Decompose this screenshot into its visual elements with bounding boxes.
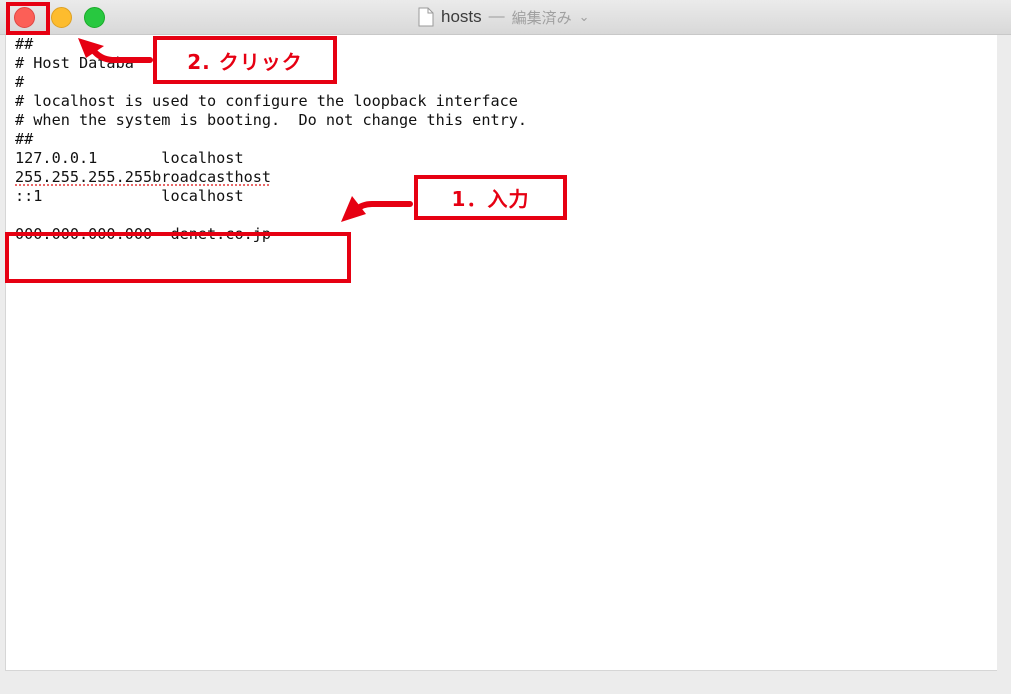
line-7: 127.0.0.1 localhost (15, 149, 244, 167)
line-8: 255.255.255.255broadcasthost (15, 168, 272, 186)
zoom-traffic-light-icon[interactable] (84, 7, 105, 28)
document-editor[interactable]: ## # Host Databa # # localhost is used t… (5, 35, 999, 671)
minimize-traffic-light-icon[interactable] (51, 7, 72, 28)
new-entry-highlight (5, 232, 351, 283)
title-separator: — (488, 8, 505, 25)
chevron-down-icon[interactable]: ⌄ (579, 9, 590, 25)
document-icon (418, 7, 434, 27)
line-1: ## (15, 35, 34, 53)
close-button-highlight (6, 2, 50, 35)
line-5: # when the system is booting. Do not cha… (15, 111, 528, 129)
window-title: hosts (441, 7, 482, 26)
title-bar[interactable]: hosts — 編集済み ⌄ (0, 0, 1011, 35)
line-6: ## (15, 130, 34, 148)
input-callout: 1．入力 (414, 175, 567, 220)
textedit-window: hosts — 編集済み ⌄ ## # Host Databa # # loca… (0, 0, 1011, 694)
click-callout: 2. クリック (153, 36, 337, 84)
edited-status: 編集済み (511, 9, 572, 27)
window-bottom-bar (0, 671, 1011, 694)
window-title-group[interactable]: hosts — 編集済み ⌄ (418, 6, 590, 28)
line-3: # (15, 73, 25, 91)
line-2: # Host Databa (15, 54, 134, 72)
line-9: ::1 localhost (15, 187, 244, 205)
scrollbar-track[interactable] (997, 35, 1011, 671)
line-4: # localhost is used to configure the loo… (15, 92, 518, 110)
